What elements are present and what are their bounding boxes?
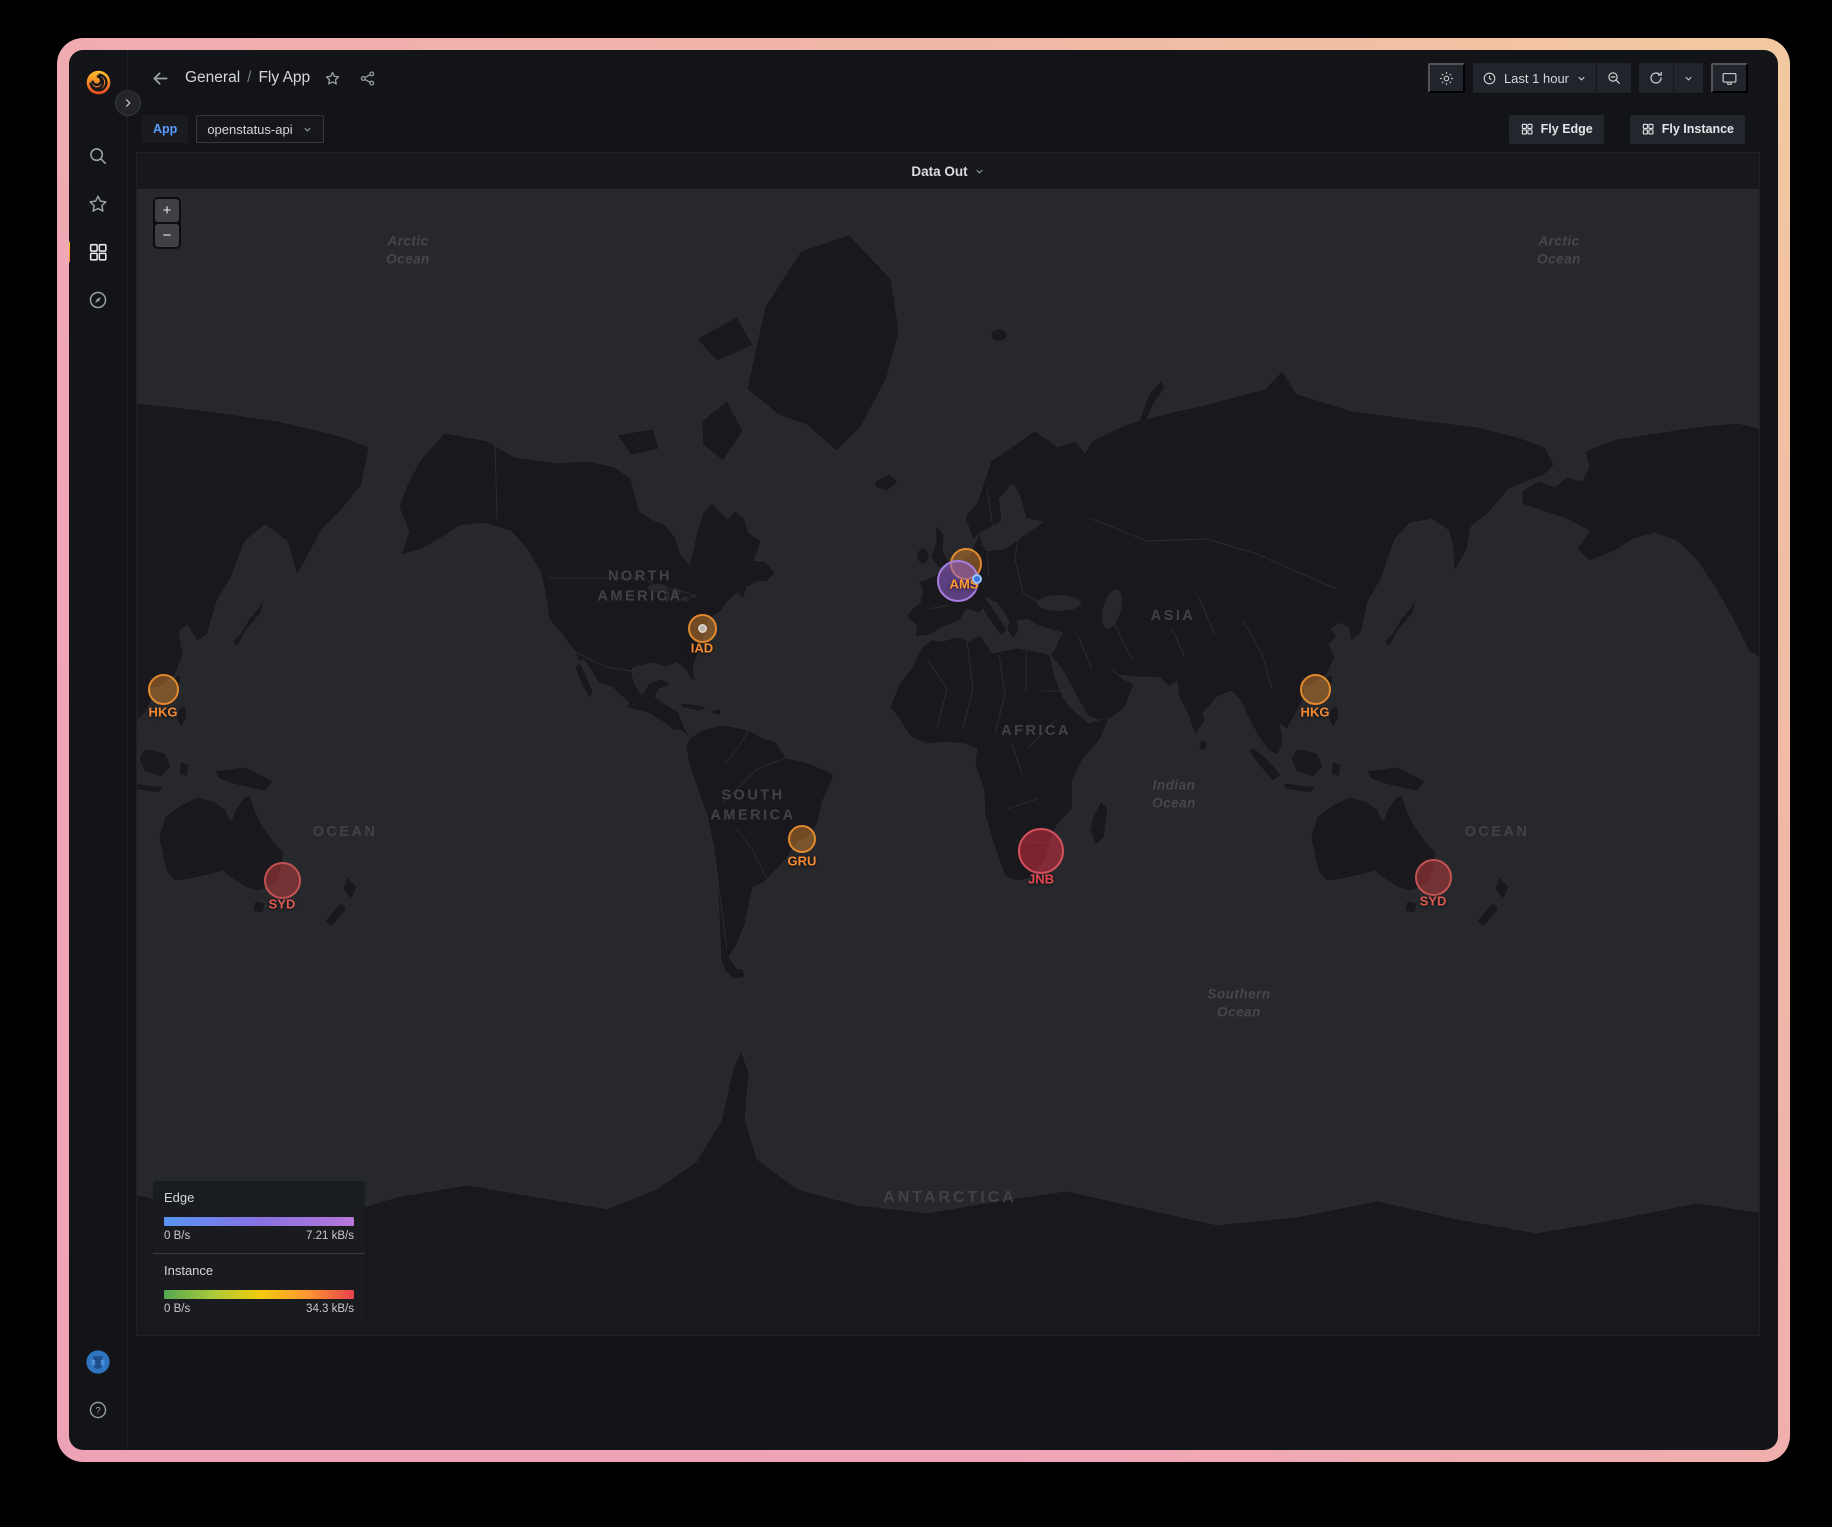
chevron-down-icon bbox=[302, 124, 313, 135]
clock-icon bbox=[1482, 71, 1497, 86]
marker-ams-edge-min[interactable] bbox=[972, 574, 982, 584]
chevron-down-icon bbox=[974, 166, 985, 177]
gear-icon bbox=[1438, 70, 1455, 87]
submenu-row: App openstatus-api Fly Edge bbox=[128, 106, 1778, 152]
variable-label: App bbox=[142, 115, 188, 143]
star-icon bbox=[324, 70, 341, 87]
legend-gradient-bar bbox=[164, 1217, 354, 1226]
sidebar-item-help[interactable]: ? bbox=[79, 1392, 117, 1428]
main-area: General / Fly App bbox=[128, 50, 1778, 1450]
marker-iad-edge-min[interactable] bbox=[698, 624, 707, 633]
legend-min: 0 B/s bbox=[164, 1303, 190, 1315]
monitor-icon bbox=[1721, 70, 1738, 87]
geomap-panel: Data Out bbox=[136, 152, 1760, 1336]
panel-title: Data Out bbox=[911, 164, 967, 179]
map-zoom-in-button[interactable]: + bbox=[155, 199, 179, 222]
legend-min: 0 B/s bbox=[164, 1230, 190, 1242]
dashboards-grid-icon bbox=[87, 241, 109, 263]
legend-scale: 0 B/s 34.3 kB/s bbox=[164, 1303, 354, 1315]
map-zoom-controls: + − bbox=[153, 197, 181, 249]
breadcrumb-folder[interactable]: General bbox=[185, 69, 240, 87]
legend-max: 7.21 kB/s bbox=[306, 1230, 354, 1242]
sidebar: ? bbox=[69, 50, 128, 1450]
tv-mode-button[interactable] bbox=[1711, 63, 1748, 93]
sidebar-item-explore[interactable] bbox=[79, 282, 117, 318]
breadcrumb-separator: / bbox=[247, 69, 251, 87]
search-icon bbox=[87, 145, 109, 167]
help-circle-icon: ? bbox=[87, 1399, 109, 1421]
legend-scale: 0 B/s 7.21 kB/s bbox=[164, 1230, 354, 1242]
sidebar-item-dashboards[interactable] bbox=[79, 234, 117, 270]
marker-syd-instance[interactable] bbox=[1415, 859, 1452, 896]
fly-instance-label: Fly Instance bbox=[1662, 122, 1734, 136]
browser-window-frame: ? General / Fly App bbox=[57, 38, 1790, 1462]
back-button[interactable] bbox=[146, 64, 175, 93]
apps-grid-icon bbox=[1641, 122, 1655, 136]
time-range-picker[interactable]: Last 1 hour bbox=[1473, 63, 1596, 93]
share-icon bbox=[359, 70, 376, 87]
legend-section-instance: Instance 0 B/s 34.3 kB/s bbox=[153, 1253, 365, 1326]
sidebar-item-starred[interactable] bbox=[79, 186, 117, 222]
dashboard-settings-button[interactable] bbox=[1428, 63, 1465, 93]
chevron-down-icon bbox=[1683, 73, 1694, 84]
marker-jnb-instance[interactable] bbox=[1018, 828, 1064, 874]
variable-value: openstatus-api bbox=[207, 122, 292, 137]
star-dashboard-button[interactable] bbox=[320, 66, 345, 91]
refresh-button[interactable] bbox=[1639, 63, 1673, 93]
legend-max: 34.3 kB/s bbox=[306, 1303, 354, 1315]
sidebar-item-search[interactable] bbox=[79, 138, 117, 174]
map-zoom-out-button[interactable]: − bbox=[155, 224, 179, 247]
panel-title-bar[interactable]: Data Out bbox=[137, 153, 1759, 189]
fly-edge-link[interactable]: Fly Edge bbox=[1509, 115, 1604, 144]
world-map-basemap bbox=[137, 189, 1759, 1335]
legend-section-edge: Edge 0 B/s 7.21 kB/s bbox=[153, 1181, 365, 1253]
time-picker-group: Last 1 hour bbox=[1473, 63, 1631, 93]
share-dashboard-button[interactable] bbox=[355, 66, 380, 91]
dashboard-links: Fly Edge Fly Instance bbox=[1509, 115, 1745, 144]
fly-instance-link[interactable]: Fly Instance bbox=[1630, 115, 1745, 144]
variable-value-dropdown[interactable]: openstatus-api bbox=[196, 115, 323, 143]
breadcrumb: General / Fly App bbox=[185, 69, 310, 87]
marker-gru-instance[interactable] bbox=[788, 825, 816, 853]
star-icon bbox=[87, 193, 109, 215]
chevron-right-icon bbox=[122, 97, 134, 109]
grafana-logo-icon bbox=[85, 69, 112, 96]
refresh-icon bbox=[1648, 70, 1664, 86]
grafana-app: ? General / Fly App bbox=[69, 50, 1778, 1450]
marker-hkg-instance[interactable] bbox=[1300, 674, 1331, 705]
compass-icon bbox=[87, 289, 109, 311]
arrow-left-icon bbox=[150, 68, 171, 89]
magnifier-minus-icon bbox=[1606, 70, 1622, 86]
sidebar-item-profile[interactable] bbox=[79, 1344, 117, 1380]
time-range-label: Last 1 hour bbox=[1504, 71, 1569, 86]
svg-text:?: ? bbox=[95, 1405, 100, 1416]
avatar-icon bbox=[84, 1348, 112, 1376]
refresh-interval-dropdown[interactable] bbox=[1674, 63, 1703, 93]
active-indicator bbox=[69, 241, 70, 263]
sidebar-expand-button[interactable] bbox=[115, 90, 141, 116]
legend-title: Instance bbox=[164, 1263, 354, 1278]
header-toolbar: Last 1 hour bbox=[1428, 63, 1748, 93]
marker-syd-instance-west[interactable] bbox=[264, 862, 301, 899]
refresh-group bbox=[1639, 63, 1703, 93]
world-map-canvas[interactable]: + − Arctic OceanArctic OceanNORTH AMERIC… bbox=[137, 189, 1759, 1335]
legend-gradient-bar bbox=[164, 1290, 354, 1299]
breadcrumb-dashboard-title: Fly App bbox=[258, 69, 310, 87]
map-legend: Edge 0 B/s 7.21 kB/s Instance 0 B/s 34.3 kB/s bbox=[153, 1181, 365, 1326]
chevron-down-icon bbox=[1576, 73, 1587, 84]
legend-title: Edge bbox=[164, 1190, 354, 1205]
zoom-out-time-button[interactable] bbox=[1597, 63, 1631, 93]
apps-grid-icon bbox=[1520, 122, 1534, 136]
marker-hkg-instance-west[interactable] bbox=[148, 674, 179, 705]
dashboard-header: General / Fly App bbox=[128, 50, 1778, 106]
fly-edge-label: Fly Edge bbox=[1541, 122, 1593, 136]
grafana-logo[interactable] bbox=[79, 64, 117, 100]
